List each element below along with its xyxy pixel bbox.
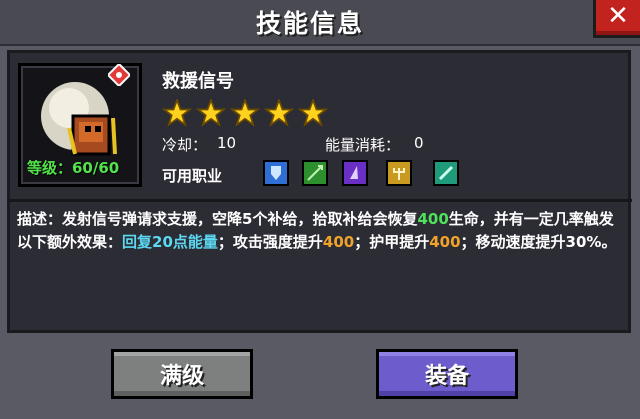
close-icon: ✕ [607,1,629,31]
skill-stars [162,99,328,127]
knight-shield-icon[interactable] [263,160,289,186]
energy-cost-label: 能量消耗： [325,136,401,154]
available-classes-label: 可用职业 [162,167,223,185]
signal-flare-icon [41,82,117,156]
star-icon [162,99,192,127]
assassin-blade-icon[interactable] [433,160,459,186]
dialog-title: 技能信息 [255,9,364,38]
max-level-button[interactable]: 满级 [111,349,253,399]
skill-info-dialog: 技能信息 ✕ 等级：60/60 救援信号 冷却： 10 能量消耗： 0 可用职业 [0,0,640,419]
star-icon [298,99,328,127]
cooldown-value: 10 [217,134,237,152]
star-icon [230,99,260,127]
title-bar: 技能信息 [0,0,640,46]
star-icon [196,99,226,127]
skill-level: 等级：60/60 [27,159,120,177]
rune-badge-icon [108,64,130,86]
ranger-bow-icon[interactable] [302,160,328,186]
star-icon [264,99,294,127]
energy-cost-value: 0 [414,134,424,152]
skill-description: 描述：发射信号弹请求支援，空降5个补给，拾取补给会恢复400生命，并有一定几率触… [17,210,617,251]
divider [7,199,632,202]
priest-trident-icon[interactable] [386,160,412,186]
skill-name: 救援信号 [162,71,234,92]
wizard-hat-icon[interactable] [342,160,368,186]
equip-button[interactable]: 装备 [376,349,518,399]
cooldown-label: 冷却： [162,136,208,154]
close-button[interactable]: ✕ [593,0,640,38]
